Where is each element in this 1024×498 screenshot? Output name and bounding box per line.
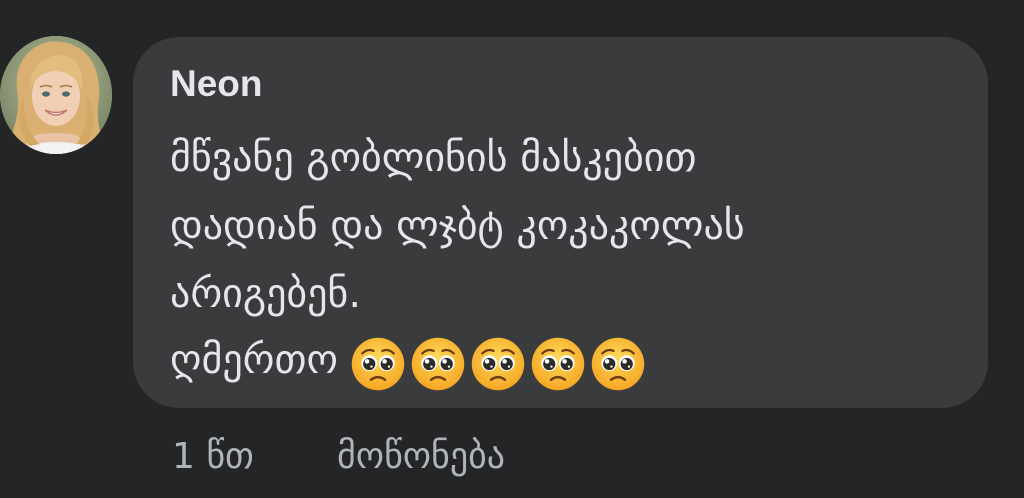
comment: Neon მწვანე გობლინის მასკებით დადიან და … bbox=[0, 0, 1024, 498]
like-button[interactable]: მოწონება bbox=[337, 432, 505, 482]
comment-text-line-4: ღმერთო bbox=[170, 330, 650, 392]
pleading-face-icon bbox=[471, 337, 525, 391]
emoji-row bbox=[350, 332, 650, 392]
comment-text-line-1: მწვანე გობლინის მასკებით bbox=[170, 135, 697, 181]
avatar[interactable] bbox=[0, 36, 112, 154]
pleading-face-icon bbox=[531, 337, 585, 391]
author-name[interactable]: Neon bbox=[170, 62, 263, 106]
comment-text-line-3: არიგებენ. bbox=[170, 271, 362, 317]
comment-text-line-2: დადიან და ლჯბტ კოკაკოლას bbox=[170, 203, 745, 249]
pleading-face-icon bbox=[591, 337, 645, 391]
comment-text-line-4-label: ღმერთო bbox=[170, 337, 338, 383]
avatar-image bbox=[0, 36, 112, 154]
pleading-face-icon bbox=[351, 337, 405, 391]
comment-timestamp: 1 წთ bbox=[172, 436, 254, 477]
pleading-face-icon bbox=[411, 337, 465, 391]
